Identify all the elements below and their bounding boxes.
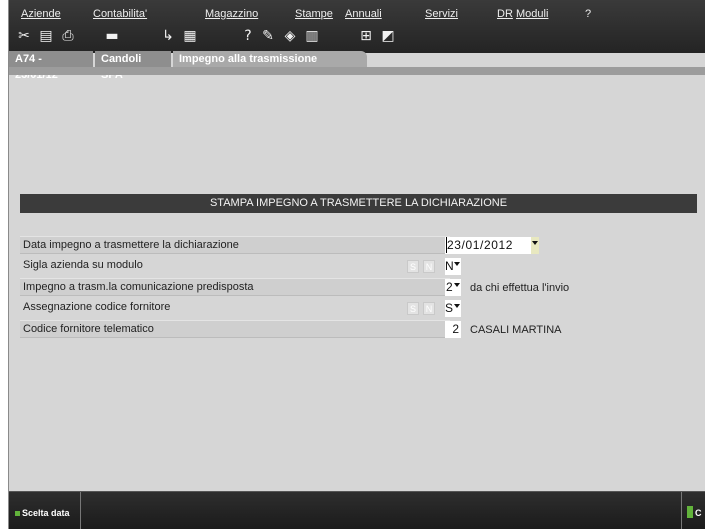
header-strip	[9, 67, 705, 75]
form-row-codice-fornitore: Codice fornitore telematico	[20, 320, 450, 338]
menu-aziende[interactable]: Aziende	[21, 8, 61, 20]
form-row-assegnazione-codice: Assegnazione codice fornitore S N	[20, 299, 450, 317]
chevron-down-icon	[454, 304, 460, 308]
printer-icon[interactable]: ▬	[103, 27, 121, 45]
function-key-bar: Scelta data C	[9, 491, 705, 529]
right-function-label: C	[695, 508, 702, 518]
scelta-data-label: Scelta data	[22, 508, 70, 518]
help-icon[interactable]: ?	[239, 27, 257, 45]
menu-stampe[interactable]: Stampe	[295, 8, 333, 20]
printer-alt-icon[interactable]: ⎙	[59, 27, 77, 45]
dropdown-box[interactable]	[531, 237, 539, 254]
app-window: Aziende Contabilita' Magazzino Stampe An…	[8, 0, 705, 529]
option-s-button[interactable]: S	[407, 260, 419, 273]
menu-servizi[interactable]: Servizi	[425, 8, 458, 20]
form-row-data-impegno: Data impegno a trasmettere la dichiarazi…	[20, 236, 450, 254]
codice-fornitore-input[interactable]: 2	[445, 321, 461, 338]
data-impegno-input[interactable]: 23/01/2012	[445, 237, 539, 254]
breadcrumb-current: Impegno alla trasmissione	[173, 51, 367, 67]
codice-fornitore-description: CASALI MARTINA	[470, 324, 562, 336]
menu-dr[interactable]: DR	[497, 8, 513, 20]
form-row-impegno-trasm: Impegno a trasm.la comunicazione predisp…	[20, 278, 450, 296]
expand-icon[interactable]: ⊞	[357, 27, 375, 45]
table-icon[interactable]: ▦	[181, 27, 199, 45]
scissors-icon[interactable]: ✂	[15, 27, 33, 45]
assegnazione-codice-select[interactable]: S	[445, 300, 461, 317]
menu-contabilita[interactable]: Contabilita'	[93, 8, 147, 20]
field-label: Assegnazione codice fornitore	[23, 301, 171, 313]
chevron-down-icon	[532, 241, 538, 245]
calculator-icon[interactable]: ▥	[303, 27, 321, 45]
assegnazione-codice-value: S	[445, 301, 454, 315]
field-label: Data impegno a trasmettere la dichiarazi…	[23, 239, 239, 251]
menu-help[interactable]: ?	[585, 8, 591, 20]
option-n-button[interactable]: N	[423, 260, 435, 273]
field-label: Sigla azienda su modulo	[23, 259, 143, 271]
scelta-data-button[interactable]: Scelta data	[9, 492, 81, 529]
breadcrumb: A74 - 23/01/12 Candoli SPA Impegno alla …	[9, 51, 705, 81]
field-label: Impegno a trasm.la comunicazione predisp…	[23, 281, 254, 293]
collapse-icon[interactable]: ◩	[379, 27, 397, 45]
menu-moduli[interactable]: Moduli	[516, 8, 548, 20]
right-function-button[interactable]: C	[681, 492, 705, 529]
sigla-azienda-value: N	[445, 259, 454, 273]
menu-magazzino[interactable]: Magazzino	[205, 8, 258, 20]
impegno-trasm-description: da chi effettua l'invio	[470, 282, 570, 294]
field-label: Codice fornitore telematico	[23, 323, 154, 335]
codice-fornitore-value: 2	[452, 322, 459, 336]
toolbar: ✂ ▤ ⎙ ▬ ↳ ▦ ? ✎ ◈ ▥ ⊞ ◩	[15, 27, 445, 47]
option-s-button[interactable]: S	[407, 302, 419, 315]
status-square-icon	[687, 506, 693, 518]
option-n-button[interactable]: N	[423, 302, 435, 315]
impegno-trasm-select[interactable]: 2	[445, 279, 461, 296]
status-square-icon	[15, 511, 20, 516]
cube-icon[interactable]: ◈	[281, 27, 299, 45]
impegno-trasm-value: 2	[446, 280, 453, 294]
breadcrumb-date[interactable]: A74 - 23/01/12	[9, 51, 93, 81]
chevron-down-icon	[454, 283, 460, 287]
arrow-import-icon[interactable]: ↳	[159, 27, 177, 45]
form-row-sigla-azienda: Sigla azienda su modulo S N	[20, 257, 450, 275]
section-title: STAMPA IMPEGNO A TRASMETTERE LA DICHIARA…	[20, 194, 697, 213]
sigla-azienda-select[interactable]: N	[445, 258, 461, 275]
chevron-down-icon	[454, 262, 460, 266]
data-impegno-value: 23/01/2012	[447, 238, 514, 252]
pen-icon[interactable]: ✎	[259, 27, 277, 45]
breadcrumb-company[interactable]: Candoli SPA	[95, 51, 171, 81]
document-icon[interactable]: ▤	[37, 27, 55, 45]
menu-annuali[interactable]: Annuali	[345, 8, 382, 20]
top-menu-bar: Aziende Contabilita' Magazzino Stampe An…	[9, 0, 705, 53]
